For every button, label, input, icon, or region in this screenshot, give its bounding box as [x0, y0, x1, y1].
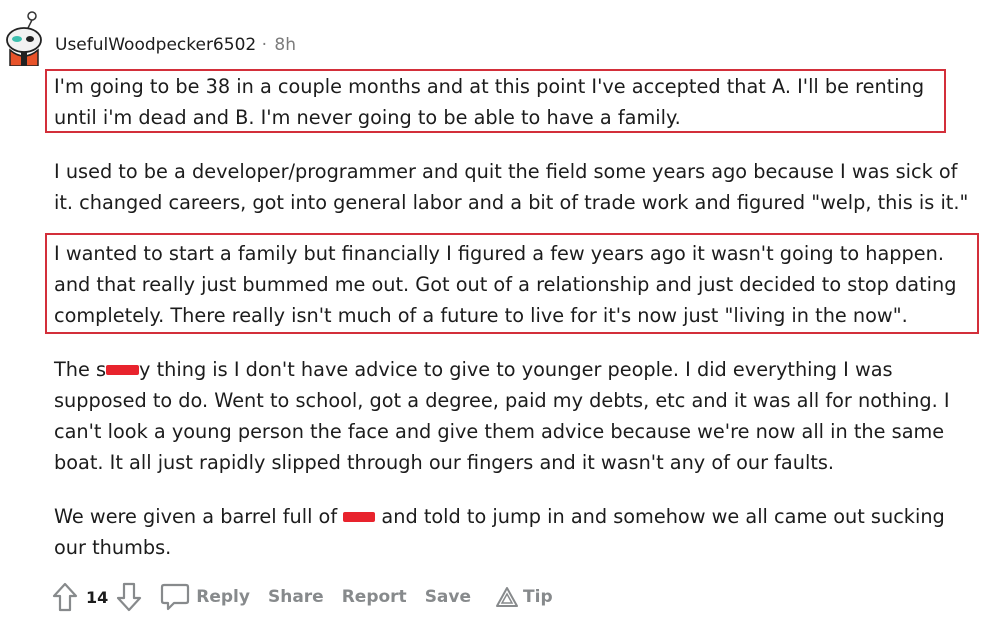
comment-paragraph-2: I used to be a developer/programmer and …	[54, 160, 969, 214]
p5-text-before: We were given a barrel full of	[54, 505, 344, 528]
arrow-up-icon[interactable]	[52, 582, 78, 612]
comment-paragraph-4: The sy thing is I don't have advice to g…	[54, 354, 984, 478]
comment-action-bar: 14 Reply Share Report Save Tip	[52, 580, 571, 614]
comment-meta: UsefulWoodpecker6502 · 8h	[55, 34, 296, 56]
tip-button[interactable]: Tip	[495, 586, 553, 608]
p4-text-after: y thing is I don't have advice to give t…	[54, 358, 950, 474]
author-name[interactable]: UsefulWoodpecker6502	[55, 35, 256, 55]
reply-button[interactable]: Reply	[160, 582, 250, 612]
arrow-down-icon[interactable]	[116, 582, 142, 612]
comment-time: 8h	[274, 35, 297, 55]
reply-label: Reply	[196, 587, 250, 607]
meta-separator: ·	[261, 35, 268, 55]
report-button[interactable]: Report	[342, 587, 407, 607]
comment-paragraph-3: I wanted to start a family but financial…	[54, 242, 957, 327]
user-avatar[interactable]	[4, 10, 46, 66]
p4-text-before: The s	[54, 358, 107, 381]
vote-group: 14	[52, 582, 142, 612]
redaction-mark	[343, 511, 376, 522]
save-button[interactable]: Save	[425, 587, 471, 607]
comment-paragraph-5: We were given a barrel full of and told …	[54, 501, 984, 563]
comment-paragraph-1: I'm going to be 38 in a couple months an…	[54, 75, 925, 129]
redaction-mark	[106, 364, 140, 375]
speech-bubble-icon	[160, 582, 190, 612]
triangle-award-icon	[495, 586, 519, 608]
tip-label: Tip	[523, 587, 553, 607]
vote-score: 14	[86, 587, 109, 607]
share-button[interactable]: Share	[268, 587, 324, 607]
